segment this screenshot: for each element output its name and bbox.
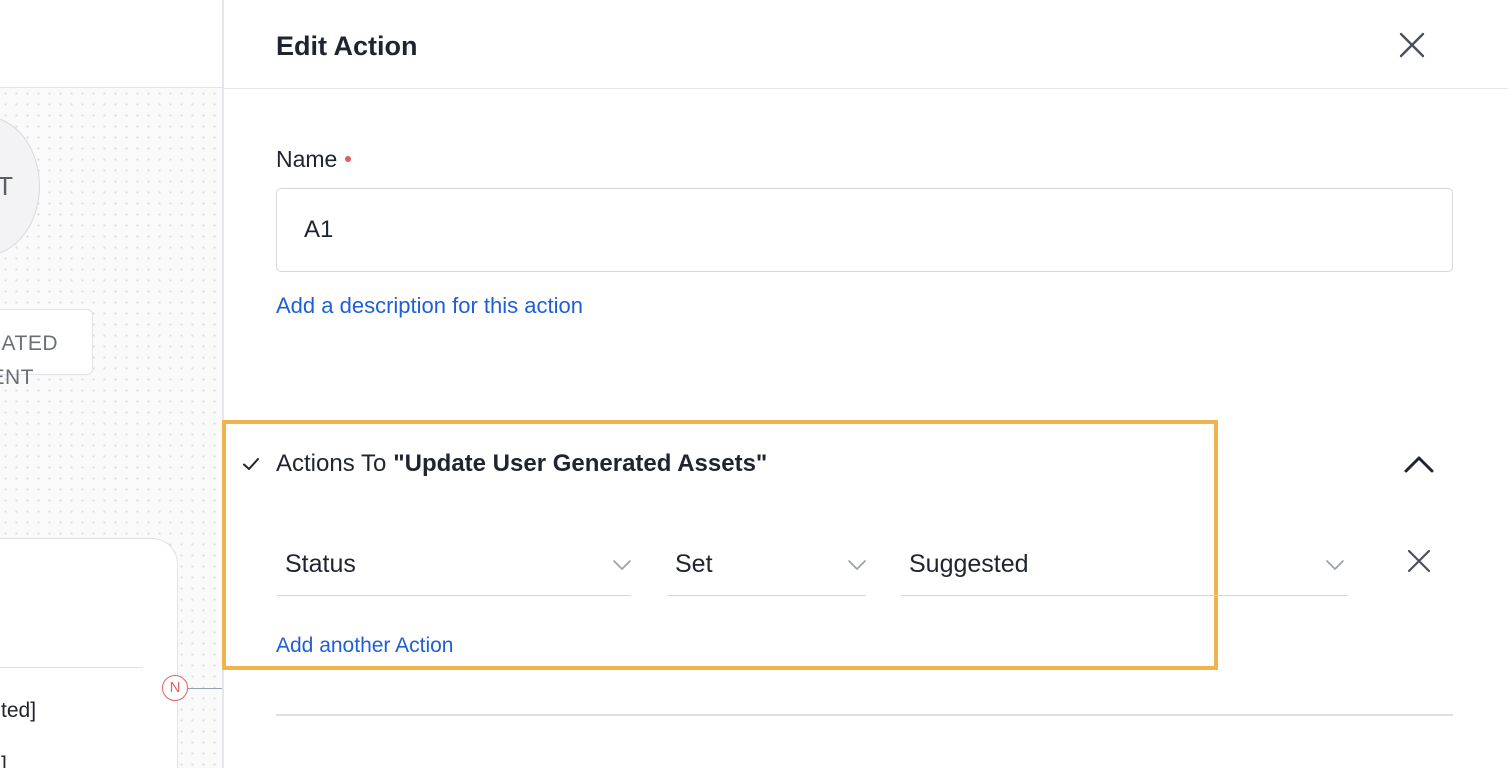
no-branch-badge[interactable]: N bbox=[162, 675, 188, 701]
trigger-node[interactable]: T bbox=[0, 116, 40, 256]
value-select[interactable]: Suggested bbox=[901, 536, 1348, 596]
name-label: Name bbox=[276, 146, 352, 173]
edit-action-panel: Edit Action Name Add a description for t… bbox=[222, 0, 1508, 768]
condition-node-card[interactable]: ted] ] bbox=[0, 538, 178, 768]
add-another-action-link[interactable]: Add another Action bbox=[276, 634, 453, 658]
chevron-down-icon bbox=[848, 560, 866, 570]
actions-target: "Update User Generated Assets" bbox=[393, 450, 768, 477]
trigger-node-label: T bbox=[0, 171, 13, 201]
value-select-value: Suggested bbox=[909, 550, 1029, 578]
remove-icon bbox=[1407, 549, 1431, 573]
field-select-value: Status bbox=[285, 550, 356, 578]
name-label-text: Name bbox=[276, 146, 338, 172]
chevron-down-icon bbox=[613, 560, 631, 570]
node-tag[interactable]: ATED ENT bbox=[0, 309, 93, 389]
operator-select[interactable]: Set bbox=[667, 536, 866, 596]
actions-section-header[interactable]: Actions To "Update User Generated Assets… bbox=[240, 449, 767, 479]
operator-select-value: Set bbox=[675, 550, 713, 578]
section-divider bbox=[276, 714, 1453, 716]
node-tag-line2: ENT bbox=[0, 366, 34, 389]
branch-connector bbox=[188, 688, 223, 689]
card-text-line2: ] bbox=[1, 753, 7, 768]
workflow-canvas[interactable]: T ATED ENT ted] ] N bbox=[0, 0, 223, 768]
field-select[interactable]: Status bbox=[277, 536, 631, 596]
actions-prefix: Actions To bbox=[276, 450, 387, 477]
panel-title: Edit Action bbox=[276, 31, 418, 61]
card-text-line1: ted] bbox=[1, 699, 37, 722]
node-tag-line1: ATED bbox=[1, 332, 58, 355]
check-icon bbox=[243, 458, 259, 470]
chevron-up-icon bbox=[1404, 456, 1434, 473]
card-divider bbox=[0, 667, 143, 668]
remove-action-button[interactable] bbox=[1404, 546, 1434, 576]
name-input[interactable] bbox=[276, 188, 1453, 272]
canvas-toolbar bbox=[0, 0, 223, 88]
close-icon bbox=[1399, 32, 1425, 58]
panel-header: Edit Action bbox=[224, 0, 1508, 89]
close-button[interactable] bbox=[1395, 28, 1429, 62]
chevron-down-icon bbox=[1326, 560, 1344, 570]
required-indicator bbox=[345, 155, 352, 162]
add-description-link[interactable]: Add a description for this action bbox=[276, 293, 583, 319]
collapse-section-button[interactable] bbox=[1401, 450, 1437, 478]
